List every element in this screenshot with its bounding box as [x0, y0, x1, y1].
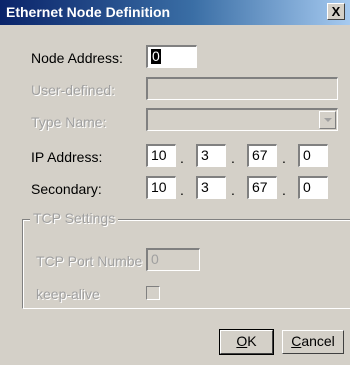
ip-dot: .	[180, 150, 184, 166]
secondary-dot: .	[231, 182, 235, 198]
ok-button[interactable]: OK	[219, 329, 274, 355]
cancel-label-rest: ancel	[301, 333, 335, 349]
ip-octet-4[interactable]: 0	[298, 144, 328, 167]
secondary-dot: .	[180, 182, 184, 198]
type-name-label: Type Name:	[31, 114, 107, 130]
keepalive-checkbox[interactable]	[146, 286, 160, 300]
tcp-settings-title: TCP Settings	[30, 210, 119, 226]
tcp-port-input[interactable]: 0	[146, 248, 200, 271]
tcp-port-label: TCP Port Numbe	[36, 253, 143, 269]
node-address-value: 0	[151, 48, 161, 64]
title-bar[interactable]: Ethernet Node Definition X	[0, 0, 350, 25]
node-address-label: Node Address:	[31, 50, 123, 66]
secondary-octet-3[interactable]: 67	[247, 176, 277, 199]
chevron-down-icon[interactable]	[319, 111, 336, 129]
user-defined-input[interactable]	[146, 77, 338, 100]
secondary-octet-4[interactable]: 0	[298, 176, 328, 199]
secondary-dot: .	[282, 182, 286, 198]
ethernet-node-dialog: Ethernet Node Definition X Node Address:…	[0, 0, 350, 365]
window-title: Ethernet Node Definition	[6, 4, 171, 20]
ok-label-rest: K	[247, 333, 257, 349]
ip-dot: .	[282, 150, 286, 166]
user-defined-label: User-defined:	[31, 82, 116, 98]
secondary-octet-1[interactable]: 10	[146, 176, 176, 199]
ip-octet-1[interactable]: 10	[146, 144, 176, 167]
ok-mnemonic: O	[236, 333, 248, 349]
secondary-octet-2[interactable]: 3	[196, 176, 226, 199]
ip-dot: .	[231, 150, 235, 166]
secondary-label: Secondary:	[31, 181, 102, 197]
keepalive-label: keep-alive	[36, 286, 100, 302]
ip-octet-3[interactable]: 67	[247, 144, 277, 167]
type-name-combo[interactable]	[146, 108, 338, 131]
ip-address-label: IP Address:	[31, 149, 103, 165]
ip-octet-2[interactable]: 3	[196, 144, 226, 167]
close-icon[interactable]: X	[327, 3, 345, 20]
cancel-button[interactable]: Cancel	[282, 330, 344, 354]
node-address-input[interactable]: 0	[146, 45, 197, 68]
cancel-mnemonic: C	[291, 333, 302, 349]
